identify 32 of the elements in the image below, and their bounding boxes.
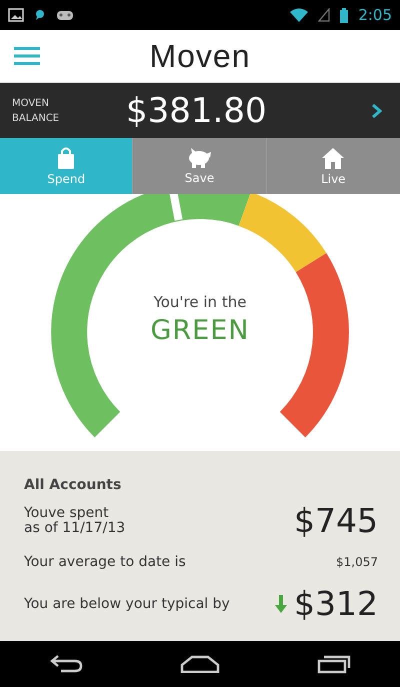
menu-icon	[14, 47, 40, 65]
average-label: Your average to date is	[24, 554, 186, 570]
spent-label: Youve spent	[24, 506, 110, 520]
home-icon	[180, 655, 220, 673]
battery-icon	[340, 8, 348, 22]
difference-amount: $312	[294, 584, 378, 623]
average-amount: $1,057	[336, 555, 378, 569]
tab[interactable]: Save	[133, 138, 267, 194]
house-icon	[321, 146, 346, 168]
gamepad-icon	[56, 9, 74, 21]
difference-label: You are below your typical by	[24, 596, 230, 612]
down-arrow-icon	[274, 594, 288, 612]
shopping-bag-icon	[56, 146, 76, 168]
picture-icon	[8, 8, 24, 22]
chat-bubble-icon	[34, 9, 46, 21]
back-icon	[48, 654, 83, 674]
section-title: All Accounts	[24, 477, 122, 493]
clock-time: 2:05	[358, 6, 392, 24]
recent-apps-icon	[317, 654, 352, 674]
chevron-right-icon	[372, 104, 382, 118]
balance-label: MOVEN BALANCE	[12, 96, 60, 126]
spent-amount: $745	[294, 501, 378, 540]
balance-amount: $381.80	[125, 90, 268, 130]
spent-date: as of 11/17/13	[24, 520, 126, 536]
tab[interactable]: Live	[266, 138, 400, 194]
app-logo: Moven	[149, 38, 251, 74]
signal-icon	[318, 8, 330, 22]
wifi-icon	[290, 8, 308, 22]
piggy-bank-icon	[186, 148, 212, 168]
gauge-status: GREEN	[150, 315, 250, 346]
gauge-caption: You're in the	[154, 293, 246, 311]
tab[interactable]: Spend	[0, 138, 134, 194]
